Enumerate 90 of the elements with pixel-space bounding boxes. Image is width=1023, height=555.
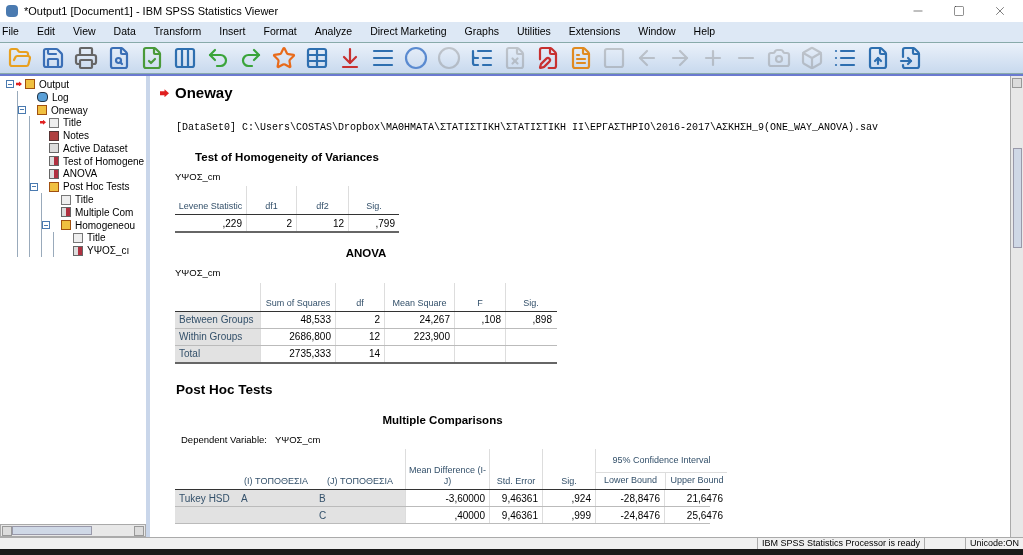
menu-item[interactable]: Help <box>693 24 716 40</box>
horizontal-scrollbar[interactable] <box>0 524 146 537</box>
column-header: df1 <box>247 186 297 214</box>
column-header: Sig. <box>365 200 383 213</box>
app-icon <box>6 5 18 17</box>
table-cell-text: 223,900 <box>413 330 450 344</box>
table-cell: 9,46361 <box>489 490 542 507</box>
outline-item[interactable]: Output <box>39 76 70 92</box>
table-cell-text: 48,533 <box>300 313 331 327</box>
window-title: *Output1 [Document1] - IBM SPSS Statistics Viewer <box>24 3 279 19</box>
variable-label: ΥΨΟΣ_cm <box>175 169 222 184</box>
table-cell: 25,6476 <box>664 507 727 524</box>
table-cell-text: ,898 <box>532 313 552 327</box>
variable-label: ΥΨΟΣ_cm <box>175 266 222 281</box>
column-header: Std. Error <box>489 449 542 490</box>
section-heading: Post Hoc Tests <box>176 380 274 399</box>
collapse-icon[interactable] <box>6 80 14 89</box>
column-group-header: 95% Confidence Interval <box>596 449 727 474</box>
collapse-icon[interactable] <box>42 221 50 230</box>
table-cell-text: 2735,333 <box>289 347 331 361</box>
menu-item[interactable]: Edit <box>36 24 55 40</box>
column-header: df <box>335 282 384 311</box>
table-cell-text: ,108 <box>481 313 501 327</box>
collapse-icon[interactable] <box>30 182 38 191</box>
column-header: Upper Bound <box>665 473 728 490</box>
row-header: B <box>315 490 405 507</box>
table-cell: ,229 <box>175 215 247 231</box>
outline-item[interactable]: Homogeneou <box>75 217 136 233</box>
table-title: ANOVA <box>344 246 388 261</box>
table-cell: ,924 <box>542 490 595 507</box>
table-cell: 21,6476 <box>664 490 727 507</box>
outline-item[interactable]: ANOVA <box>63 166 98 182</box>
close-icon[interactable] <box>993 4 1007 18</box>
table-title: Test of Homogeneity of Variances <box>194 149 380 165</box>
table-cell-text: 24,267 <box>419 313 450 327</box>
dataset-path: [DataSet0] C:\Users\COSTAS\Dropbox\ΜΑΘΗΜΑΤΑ\ΣΤΑΤΙΣΤΙΚΗ\ΣΤΑΤΙΣΤΙΚΗ II\ΕΡΓΑΣΤΗΡΙΟ\2016-2017\ΑΣΚΗΣΗ_9(ONE_WAY_ANOVA).sav <box>176 120 880 135</box>
menu-item[interactable]: Direct Marketing <box>370 24 447 40</box>
table-cell-text: 14 <box>368 347 380 361</box>
row-header: A <box>237 490 315 507</box>
table-cell-text: ,799 <box>374 216 396 231</box>
column-header: Sum of Squares <box>260 282 335 311</box>
column-header: df2 <box>297 186 349 214</box>
table-cell: ,40000 <box>405 507 489 524</box>
outline-item[interactable]: Post Hoc Tests <box>63 179 130 195</box>
outline-item[interactable]: Title <box>63 115 82 131</box>
table-cell-text: 12 <box>368 330 380 344</box>
column-header: (J) ΤΟΠΟΘΕΣΙΑ <box>326 475 394 489</box>
menu-item[interactable]: Extensions <box>568 24 621 40</box>
column-header: F <box>454 282 505 311</box>
vertical-scrollbar[interactable] <box>1010 76 1023 537</box>
table-cell: -28,8476 <box>595 490 664 507</box>
column-header: Sig. <box>505 282 556 311</box>
column-header: Levene Statistic <box>175 186 247 214</box>
column-header: Mean Square <box>384 282 454 311</box>
column-header: (I) ΤΟΠΟΘΕΣΙΑ <box>243 475 309 489</box>
table-cell: 12 <box>297 215 349 231</box>
menu-item[interactable]: Window <box>638 24 676 40</box>
section-heading: Oneway <box>175 83 233 103</box>
outline-item[interactable]: ΥΨΟΣ_cı <box>87 243 130 259</box>
table-cell: -24,8476 <box>595 507 664 524</box>
table-cell: 9,46361 <box>489 507 542 524</box>
table-title: Multiple Comparisons <box>381 412 504 428</box>
table-cell-text: 2686,800 <box>289 330 331 344</box>
collapse-icon[interactable] <box>18 106 26 114</box>
column-header: Lower Bound <box>602 473 658 487</box>
menu-item[interactable]: File <box>2 24 19 40</box>
outline-item[interactable]: Test of Homogene <box>63 153 145 169</box>
table-cell-text: 2 <box>374 313 380 327</box>
table-cell: ,999 <box>542 507 595 524</box>
column-header: Mean Difference (I-J) <box>405 449 489 490</box>
row-header: Tukey HSD <box>175 490 237 507</box>
outline-item[interactable]: Log <box>52 89 69 105</box>
variable-label: ΥΨΟΣ_cm <box>274 433 321 447</box>
menu-item[interactable]: Data <box>113 24 136 40</box>
menu-item[interactable]: Analyze <box>314 24 353 40</box>
table-cell: 2 <box>247 215 297 231</box>
menu-item[interactable]: Transform <box>153 24 202 40</box>
table-cell: -3,60000 <box>405 490 489 507</box>
row-header: C <box>315 507 405 524</box>
outline-item[interactable]: Oneway <box>51 102 88 118</box>
dependent-label: Dependent Variable: <box>181 433 267 447</box>
menu-item[interactable]: Graphs <box>464 24 499 40</box>
printer-icon[interactable] <box>72 44 100 72</box>
menu-item[interactable]: View <box>73 24 96 40</box>
menu-item[interactable]: Utilities <box>517 24 551 40</box>
outline-item[interactable]: Title <box>87 230 106 246</box>
menu-item[interactable]: Insert <box>219 24 246 40</box>
maximize-icon[interactable] <box>953 5 965 17</box>
column-header: Sig. <box>542 449 595 490</box>
menu-item[interactable]: Format <box>263 24 297 40</box>
